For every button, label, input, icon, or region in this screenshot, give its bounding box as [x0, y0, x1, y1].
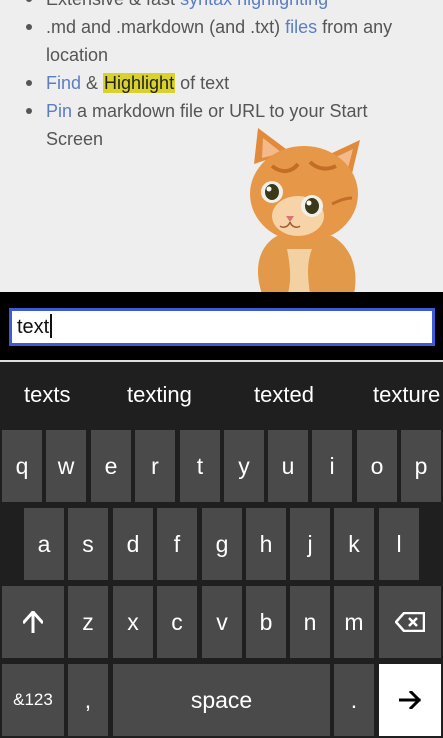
key-p[interactable]: p [401, 430, 441, 502]
list-item: Find & Highlight of text [0, 69, 443, 97]
key-f[interactable]: f [157, 508, 197, 580]
key-b[interactable]: b [246, 586, 286, 658]
key-g[interactable]: g [202, 508, 242, 580]
suggestion-item[interactable]: texts [24, 382, 70, 408]
key-e[interactable]: e [91, 430, 131, 502]
enter-key[interactable] [379, 664, 441, 736]
list-item-text: of text [175, 73, 230, 93]
key-j[interactable]: j [290, 508, 330, 580]
list-item: Extensive & fast syntax highlighting [0, 0, 443, 13]
key-z[interactable]: z [68, 586, 108, 658]
suggestion-item[interactable]: texted [254, 382, 314, 408]
key-s[interactable]: s [68, 508, 108, 580]
shift-arrow-icon [23, 611, 43, 633]
key-w[interactable]: w [46, 430, 86, 502]
feature-list: Extensive & fast syntax highlighting .md… [0, 0, 443, 153]
key-o[interactable]: o [357, 430, 397, 502]
key-c[interactable]: c [157, 586, 197, 658]
key-i[interactable]: i [312, 430, 352, 502]
key-x[interactable]: x [113, 586, 153, 658]
key-y[interactable]: y [224, 430, 264, 502]
syntax-highlighting-link[interactable]: syntax highlighting [180, 0, 328, 9]
key-h[interactable]: h [246, 508, 286, 580]
files-link[interactable]: files [285, 17, 317, 37]
key-n[interactable]: n [290, 586, 330, 658]
key-k[interactable]: k [334, 508, 374, 580]
on-screen-keyboard: q w e r t y u i o p a s d f g h j k l z … [0, 426, 443, 738]
key-u[interactable]: u [268, 430, 308, 502]
list-item: Pin a markdown file or URL to your Start… [0, 97, 443, 153]
key-l[interactable]: l [379, 508, 419, 580]
space-key[interactable]: space [113, 664, 330, 736]
word-suggestions: texts texting texted texture [0, 362, 443, 426]
shift-key[interactable] [2, 586, 64, 658]
key-a[interactable]: a [24, 508, 64, 580]
suggestion-item[interactable]: texture [373, 382, 440, 408]
key-q[interactable]: q [2, 430, 42, 502]
key-m[interactable]: m [334, 586, 374, 658]
backspace-icon [395, 612, 425, 632]
find-link[interactable]: Find [46, 73, 81, 93]
kitten-image [250, 128, 360, 292]
list-item-text: Extensive & fast [46, 0, 180, 9]
list-item-text: .md and .markdown (and .txt) [46, 17, 286, 37]
pin-link[interactable]: Pin [46, 101, 72, 121]
highlighted-text: Highlight [103, 73, 176, 93]
enter-arrow-icon [399, 691, 421, 709]
key-v[interactable]: v [202, 586, 242, 658]
symbols-key[interactable]: &123 [2, 664, 64, 736]
text-caret [50, 314, 53, 338]
backspace-key[interactable] [379, 586, 441, 658]
comma-key[interactable]: , [68, 664, 108, 736]
find-text-value: text [17, 316, 50, 338]
list-item-text: & [81, 73, 104, 93]
suggestion-item[interactable]: texting [127, 382, 192, 408]
key-t[interactable]: t [180, 430, 220, 502]
find-bar: text [0, 292, 443, 360]
period-key[interactable]: . [334, 664, 374, 736]
find-text-input[interactable]: text [9, 308, 435, 346]
document-preview[interactable]: Extensive & fast syntax highlighting .md… [0, 0, 443, 292]
key-r[interactable]: r [135, 430, 175, 502]
key-d[interactable]: d [113, 508, 153, 580]
list-item: .md and .markdown (and .txt) files from … [0, 13, 443, 69]
